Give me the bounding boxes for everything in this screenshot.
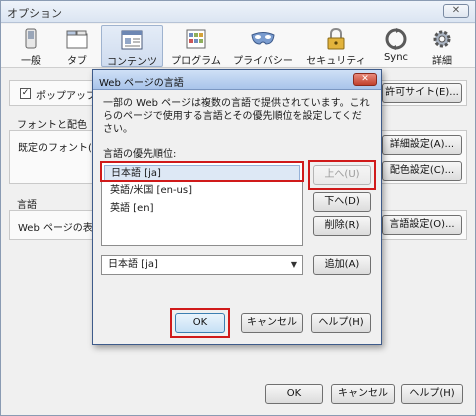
sync-icon xyxy=(385,28,407,50)
list-item[interactable]: 日本語 [ja] xyxy=(104,165,300,181)
popup-label: ポップアップ xyxy=(36,91,96,102)
list-item[interactable]: 英語 [en] xyxy=(104,201,300,217)
pane-toolbar: 一般 タブ コンテンツ プログラム プライバシー セキュリティ Sync 詳細 xyxy=(1,24,475,68)
window-close-button[interactable]: ✕ xyxy=(443,4,469,18)
list-item[interactable]: 英語/米国 [en-us] xyxy=(104,183,300,199)
tab-content[interactable]: コンテンツ xyxy=(101,25,163,68)
lang-section-heading: 言語 xyxy=(17,200,37,211)
default-font-label: 既定のフォント( xyxy=(18,143,92,154)
move-up-button[interactable]: 上へ(U) xyxy=(313,165,371,185)
dialog-cancel-button[interactable]: キャンセル xyxy=(241,313,303,333)
tab-privacy[interactable]: プライバシー xyxy=(229,25,297,67)
footer-ok-button[interactable]: OK xyxy=(265,384,323,404)
move-down-button[interactable]: 下へ(D) xyxy=(313,192,371,212)
tabs-icon xyxy=(66,30,88,49)
tab-programs-label: プログラム xyxy=(171,56,221,67)
colors-button[interactable]: 配色設定(C)... xyxy=(382,161,462,181)
add-button[interactable]: 追加(A) xyxy=(313,255,371,275)
tab-security[interactable]: セキュリティ xyxy=(303,25,369,67)
allowed-sites-button[interactable]: 許可サイト(E)... xyxy=(382,83,462,103)
gear-icon xyxy=(433,30,451,48)
font-advanced-button[interactable]: 詳細設定(A)... xyxy=(382,135,462,155)
remove-button[interactable]: 削除(R) xyxy=(313,216,371,236)
lang-settings-button[interactable]: 言語設定(O)... xyxy=(382,215,462,235)
padlock-icon xyxy=(327,27,345,50)
tab-sync-label: Sync xyxy=(383,52,409,63)
dialog-title-bar: Web ページの言語 ✕ xyxy=(93,70,381,90)
dialog-ok-button[interactable]: OK xyxy=(175,313,225,333)
tab-content-label: コンテンツ xyxy=(107,57,157,68)
content-icon xyxy=(121,30,143,50)
tab-general[interactable]: 一般 xyxy=(9,25,53,67)
tab-tabs[interactable]: タブ xyxy=(55,25,99,67)
add-language-select[interactable]: 日本語 [ja] ▼ xyxy=(101,255,303,275)
language-list-label: 言語の優先順位: xyxy=(103,149,177,160)
tab-programs[interactable]: プログラム xyxy=(167,25,225,67)
add-language-value: 日本語 [ja] xyxy=(108,259,158,270)
tab-privacy-label: プライバシー xyxy=(233,56,293,67)
tab-security-label: セキュリティ xyxy=(306,56,366,67)
chevron-down-icon: ▼ xyxy=(290,260,297,269)
dialog-title: Web ページの言語 xyxy=(99,78,184,89)
footer-help-button[interactable]: ヘルプ(H) xyxy=(401,384,463,404)
web-languages-dialog: Web ページの言語 ✕ 一部の Web ページは複数の言語で提供されています。… xyxy=(92,69,382,345)
popup-checkbox[interactable]: ✓ xyxy=(20,88,31,99)
dialog-description: 一部の Web ページは複数の言語で提供されています。これらのページで使用する言… xyxy=(103,98,370,135)
privacy-mask-icon xyxy=(251,32,275,45)
tab-sync[interactable]: Sync xyxy=(375,25,417,67)
title-bar: オプション ✕ xyxy=(1,1,475,23)
fonts-section-heading: フォントと配色 xyxy=(17,120,87,131)
tab-tabs-label: タブ xyxy=(67,56,87,67)
footer-cancel-button[interactable]: キャンセル xyxy=(331,384,395,404)
window-title: オプション xyxy=(7,7,62,20)
tab-advanced[interactable]: 詳細 xyxy=(421,25,463,67)
language-list[interactable]: 日本語 [ja] 英語/米国 [en-us] 英語 [en] xyxy=(101,162,303,246)
dialog-help-button[interactable]: ヘルプ(H) xyxy=(311,313,371,333)
tab-advanced-label: 詳細 xyxy=(432,56,452,67)
lang-row-label: Web ページの表 xyxy=(18,223,93,234)
tab-general-label: 一般 xyxy=(21,56,41,67)
dialog-close-button[interactable]: ✕ xyxy=(353,73,377,86)
switch-icon xyxy=(25,28,37,49)
programs-icon xyxy=(186,29,206,49)
